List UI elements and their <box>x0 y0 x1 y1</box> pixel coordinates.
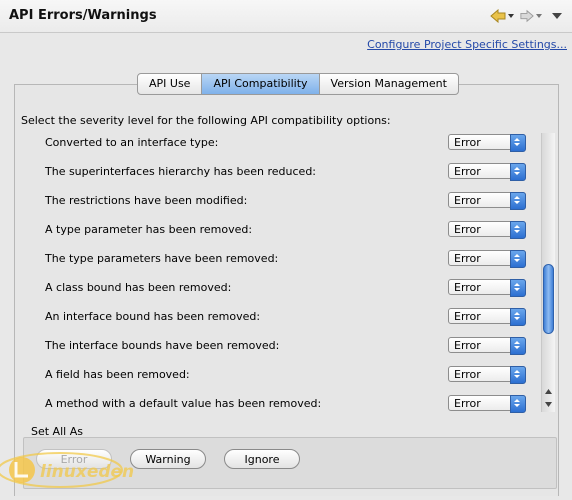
severity-select[interactable]: Error <box>448 250 526 268</box>
severity-select[interactable]: Error <box>448 134 526 152</box>
option-row: A method with a default value has been r… <box>21 394 541 416</box>
option-row: The restrictions have been modified: Err… <box>21 191 541 220</box>
severity-select[interactable]: Error <box>448 337 526 355</box>
severity-select[interactable]: Error <box>448 221 526 239</box>
select-arrows-icon <box>510 279 526 297</box>
option-label: A class bound has been removed: <box>45 281 232 294</box>
view-menu-chevron-icon[interactable] <box>552 8 562 24</box>
scroll-down-arrow-icon[interactable] <box>544 399 553 409</box>
select-arrows-icon <box>510 250 526 268</box>
options-scrollbar[interactable] <box>541 133 555 412</box>
severity-select[interactable]: Error <box>448 279 526 297</box>
set-all-warning-button[interactable]: Warning <box>130 449 206 469</box>
watermark-text: linuxeden <box>40 462 134 482</box>
select-arrows-icon <box>510 192 526 210</box>
option-label: The interface bounds have been removed: <box>45 339 280 352</box>
select-arrows-icon <box>510 221 526 239</box>
watermark-logo: linuxeden <box>0 440 140 497</box>
options-list: Converted to an interface type: Error Th… <box>21 133 541 416</box>
select-arrows-icon <box>510 134 526 152</box>
select-arrows-icon <box>510 337 526 355</box>
scrollbar-thumb[interactable] <box>543 264 554 334</box>
select-arrows-icon <box>510 308 526 326</box>
option-row: A type parameter has been removed: Error <box>21 220 541 249</box>
tab-api-use[interactable]: API Use <box>138 74 203 94</box>
instructions-text: Select the severity level for the follow… <box>21 114 391 127</box>
back-menu-chevron-icon[interactable] <box>508 8 514 24</box>
forward-menu-chevron-icon[interactable] <box>536 8 542 24</box>
option-label: The restrictions have been modified: <box>45 194 248 207</box>
option-row: The superinterfaces hierarchy has been r… <box>21 162 541 191</box>
forward-arrow-icon[interactable] <box>520 8 534 24</box>
severity-value: Error <box>454 397 481 410</box>
back-arrow-icon[interactable] <box>490 8 506 24</box>
severity-value: Error <box>454 223 481 236</box>
option-row: Converted to an interface type: Error <box>21 133 541 162</box>
tab-version-management[interactable]: Version Management <box>320 74 458 94</box>
option-label: A field has been removed: <box>45 368 190 381</box>
severity-select[interactable]: Error <box>448 163 526 181</box>
option-row: The type parameters have been removed: E… <box>21 249 541 278</box>
option-row: The interface bounds have been removed: … <box>21 336 541 365</box>
select-arrows-icon <box>510 163 526 181</box>
severity-value: Error <box>454 194 481 207</box>
severity-select[interactable]: Error <box>448 308 526 326</box>
history-nav <box>490 8 562 24</box>
set-all-ignore-button[interactable]: Ignore <box>224 449 300 469</box>
option-label: A type parameter has been removed: <box>45 223 253 236</box>
severity-value: Error <box>454 136 481 149</box>
option-label: Converted to an interface type: <box>45 136 219 149</box>
preference-header: API Errors/Warnings <box>0 0 572 33</box>
option-row: A field has been removed: Error <box>21 365 541 394</box>
severity-value: Error <box>454 310 481 323</box>
option-row: A class bound has been removed: Error <box>21 278 541 307</box>
tab-bar: API Use API Compatibility Version Manage… <box>137 73 459 95</box>
option-label: The type parameters have been removed: <box>45 252 279 265</box>
severity-value: Error <box>454 252 481 265</box>
severity-select[interactable]: Error <box>448 366 526 384</box>
option-row: An interface bound has been removed: Err… <box>21 307 541 336</box>
severity-value: Error <box>454 165 481 178</box>
tab-api-compatibility[interactable]: API Compatibility <box>202 74 320 94</box>
select-arrows-icon <box>510 366 526 384</box>
select-arrows-icon <box>510 395 526 413</box>
severity-select[interactable]: Error <box>448 395 526 413</box>
severity-value: Error <box>454 368 481 381</box>
severity-value: Error <box>454 339 481 352</box>
option-label: The superinterfaces hierarchy has been r… <box>45 165 317 178</box>
configure-project-settings-link[interactable]: Configure Project Specific Settings... <box>367 38 567 51</box>
scroll-up-arrow-icon[interactable] <box>544 387 553 397</box>
page-title: API Errors/Warnings <box>9 8 157 23</box>
severity-value: Error <box>454 281 481 294</box>
severity-select[interactable]: Error <box>448 192 526 210</box>
option-label: An interface bound has been removed: <box>45 310 261 323</box>
option-label: A method with a default value has been r… <box>45 397 322 410</box>
